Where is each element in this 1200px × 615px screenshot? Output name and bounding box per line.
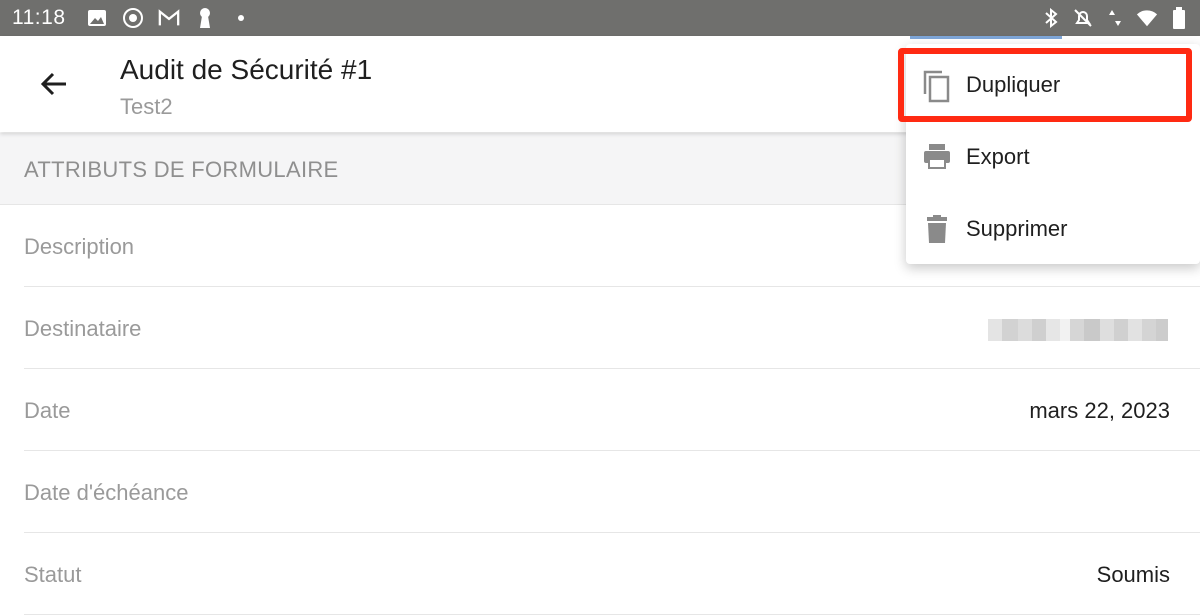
trash-icon <box>922 214 952 244</box>
section-header-label: ATTRIBUTS DE FORMULAIRE <box>24 157 339 182</box>
bluetooth-icon <box>1040 7 1062 29</box>
page-title: Audit de Sécurité #1 <box>120 54 373 85</box>
row-label: Statut <box>24 562 82 587</box>
attribute-row-date[interactable]: Date mars 22, 2023 <box>24 369 1200 451</box>
wifi-icon <box>1136 7 1158 29</box>
battery-icon <box>1168 7 1190 29</box>
menu-item-delete[interactable]: Supprimer <box>906 192 1200 264</box>
menu-item-label: Dupliquer <box>966 72 1061 97</box>
row-label: Date d'échéance <box>24 480 189 505</box>
row-label: Date <box>24 398 71 423</box>
keyhole-icon <box>194 7 216 29</box>
attribute-row-recipient[interactable]: Destinataire <box>24 287 1200 369</box>
printer-icon <box>922 142 952 172</box>
menu-item-label: Supprimer <box>966 216 1068 241</box>
attribute-row-status[interactable]: Statut Soumis <box>24 533 1200 615</box>
back-button[interactable] <box>30 60 78 108</box>
vpn-globe-icon <box>122 7 144 29</box>
menu-item-label: Export <box>966 144 1030 169</box>
copy-icon <box>922 70 952 103</box>
row-label: Description <box>24 234 135 259</box>
gmail-icon <box>158 7 180 29</box>
row-value: mars 22, 2023 <box>1029 398 1170 423</box>
row-value: Soumis <box>1096 562 1170 587</box>
status-time: 11:18 <box>12 6 66 29</box>
menu-item-export[interactable]: Export <box>906 120 1200 192</box>
bell-off-icon <box>1072 7 1094 29</box>
back-arrow-icon <box>40 72 66 96</box>
appbar-accent-line <box>910 36 1062 39</box>
overflow-menu: Dupliquer Export Supprimer <box>906 44 1200 264</box>
image-icon <box>86 7 108 29</box>
menu-item-duplicate[interactable]: Dupliquer <box>906 48 1200 120</box>
attribute-row-due-date[interactable]: Date d'échéance <box>24 451 1200 533</box>
notification-dot-icon <box>230 7 252 29</box>
data-arrows-icon <box>1104 7 1126 29</box>
status-bar: 11:18 <box>0 0 1200 36</box>
row-label: Destinataire <box>24 316 142 341</box>
redacted-recipient-value <box>988 319 1168 341</box>
page-subtitle: Test2 <box>120 94 173 119</box>
